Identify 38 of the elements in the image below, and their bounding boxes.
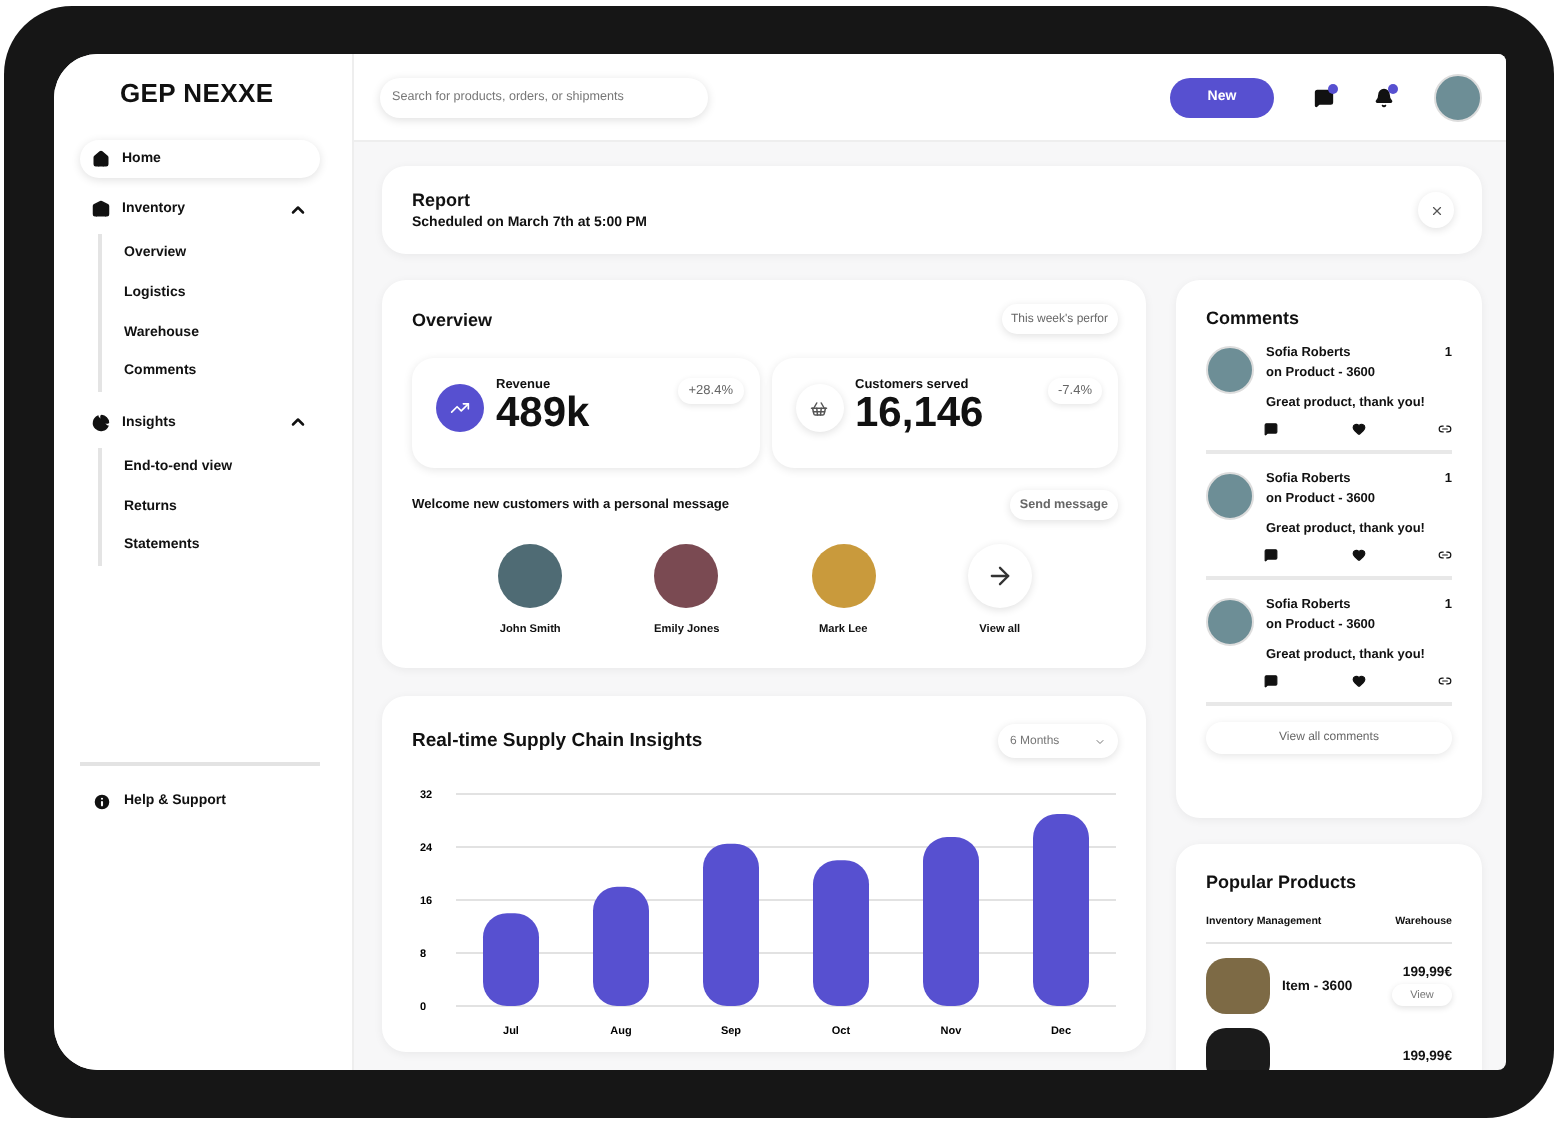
- link-icon[interactable]: [1438, 674, 1452, 688]
- photo-placeholder: [1206, 1028, 1270, 1070]
- photo-placeholder: [1206, 958, 1270, 1014]
- stat-value: 16,146: [855, 392, 984, 436]
- card-title: Popular Products: [1206, 872, 1359, 892]
- heart-icon[interactable]: [1351, 548, 1365, 562]
- link-icon[interactable]: [1438, 548, 1452, 562]
- photo-placeholder[interactable]: [654, 544, 719, 608]
- card-title: Comments: [1206, 308, 1302, 328]
- trend-chart-icon: [436, 384, 484, 432]
- card-title: Overview: [412, 309, 493, 329]
- chart-bar: [593, 886, 649, 1006]
- warehouse-icon: [92, 200, 110, 218]
- arrow-right-icon: [985, 562, 1014, 590]
- avatar: [1206, 472, 1254, 520]
- heart-icon[interactable]: [1351, 674, 1365, 688]
- photo-placeholder[interactable]: [498, 544, 563, 608]
- basket-icon: [795, 384, 843, 432]
- user-avatar[interactable]: [1434, 73, 1482, 121]
- avatar: [1206, 346, 1254, 394]
- report-title: Report: [412, 190, 472, 210]
- stat-value: 489k: [496, 392, 590, 436]
- comment-icon[interactable]: [1264, 422, 1278, 436]
- chevron-down-icon: [1094, 735, 1106, 747]
- bell-icon[interactable]: [1374, 87, 1394, 107]
- close-icon: [1429, 203, 1443, 217]
- home-icon: [92, 150, 110, 168]
- comment-icon[interactable]: [1264, 548, 1278, 562]
- info-icon: [92, 791, 112, 811]
- avatar: [1206, 598, 1254, 646]
- pie-chart-icon: [92, 413, 110, 432]
- link-icon[interactable]: [1438, 422, 1452, 436]
- heart-icon[interactable]: [1351, 422, 1365, 436]
- chart-bar: [483, 913, 539, 1006]
- logo: GEP NEXXE: [118, 78, 276, 108]
- card-title: Real-time Supply Chain Insights: [412, 730, 703, 752]
- messages-icon[interactable]: [1314, 87, 1334, 107]
- comment-icon[interactable]: [1264, 674, 1278, 688]
